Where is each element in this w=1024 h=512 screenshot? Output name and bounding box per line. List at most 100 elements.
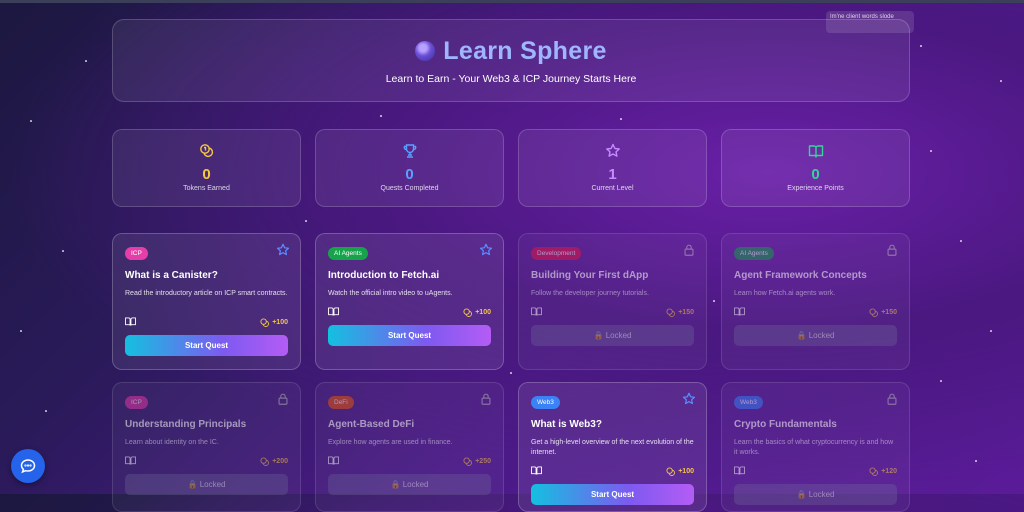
quest-card: Development Building Your First dApp Fol… [518,233,707,370]
locked-button: 🔒 Locked [734,484,897,505]
star-outline-icon[interactable] [276,243,290,257]
lock-icon [887,244,897,256]
book-icon [125,317,136,326]
coins-icon [666,308,676,317]
quest-tag: Web3 [734,396,763,409]
lock-small-icon: 🔒 [390,480,403,489]
quest-reward: +100 [463,308,491,317]
reward-value: +150 [881,309,897,316]
quest-description: Learn the basics of what cryptocurrency … [734,439,894,456]
coins-icon [463,457,473,466]
start-quest-button[interactable]: Start Quest [125,335,288,356]
lock-small-icon: 🔒 [187,480,200,489]
locked-label: Locked [808,490,835,499]
globe-icon [415,41,436,61]
quest-reward: +100 [666,467,694,476]
quest-description: Read the introductory article on ICP sma… [125,290,288,297]
star-outline-icon[interactable] [682,392,696,406]
book-icon [734,307,745,316]
coins-icon [869,308,879,317]
stat-card-quests: 0 Quests Completed [315,129,504,207]
quest-title: What is Web3? [531,419,602,430]
book-icon [531,307,542,316]
book-icon [125,456,136,465]
quest-title: Understanding Principals [125,419,247,430]
coins-icon [666,467,676,476]
book-icon [531,466,542,475]
quest-tag: ICP [125,396,148,409]
quest-tag: Web3 [531,396,560,409]
coins-icon [869,467,879,476]
page-title-text: Learn Sphere [443,37,607,65]
quest-title: Agent-Based DeFi [328,419,415,430]
chat-bubble-icon [20,459,36,474]
trophy-icon [316,143,503,159]
stat-label: Quests Completed [380,185,439,192]
quest-title: Introduction to Fetch.ai [328,270,440,281]
quest-title: Agent Framework Concepts [734,270,867,281]
lock-icon [481,393,491,405]
stat-value: 0 [405,166,414,183]
quest-card: AI Agents Agent Framework Concepts Learn… [721,233,910,370]
reward-value: +100 [678,468,694,475]
quest-tag: AI Agents [328,247,368,260]
reward-value: +250 [475,458,491,465]
reward-value: +200 [272,458,288,465]
quest-reward: +150 [869,308,897,317]
reward-value: +120 [881,468,897,475]
stat-card-xp: 0 Experience Points [721,129,910,207]
locked-button: 🔒 Locked [531,325,694,346]
quest-card[interactable]: Web3 What is Web3? Get a high-level over… [518,382,707,512]
quest-description: Follow the developer journey tutorials. [531,290,649,297]
book-open-icon [722,143,909,159]
quest-reward: +250 [463,457,491,466]
quest-card[interactable]: AI Agents Introduction to Fetch.ai Watch… [315,233,504,370]
locked-label: Locked [199,480,226,489]
lock-small-icon: 🔒 [593,331,606,340]
quest-title: Building Your First dApp [531,270,649,281]
star-outline-icon[interactable] [479,243,493,257]
quest-description: Learn how Fetch.ai agents work. [734,290,836,297]
start-quest-button[interactable]: Start Quest [531,484,694,505]
coins-icon [113,143,300,159]
book-icon [328,456,339,465]
coins-icon [260,318,270,327]
quest-tag: AI Agents [734,247,774,260]
quest-tag: ICP [125,247,148,260]
stat-value: 1 [608,166,617,183]
book-icon [328,307,339,316]
hero-banner: Learn Sphere Learn to Earn - Your Web3 &… [112,19,910,102]
quest-description: Learn about identity on the IC. [125,439,219,446]
locked-button: 🔒 Locked [328,474,491,495]
stat-label: Experience Points [787,185,844,192]
quest-card: Web3 Crypto Fundamentals Learn the basic… [721,382,910,512]
reward-value: +150 [678,309,694,316]
start-quest-button[interactable]: Start Quest [328,325,491,346]
quest-description: Explore how agents are used in finance. [328,439,453,446]
stat-label: Current Level [591,185,634,192]
browser-top-strip [0,0,1024,3]
lock-small-icon: 🔒 [796,331,809,340]
stat-value: 0 [202,166,211,183]
quest-reward: +100 [260,318,288,327]
locked-label: Locked [808,331,835,340]
stat-label: Tokens Earned [183,185,230,192]
quest-description: Watch the official intro video to uAgent… [328,290,453,297]
lock-icon [684,244,694,256]
quest-reward: +120 [869,467,897,476]
locked-label: Locked [402,480,429,489]
quest-tag: Development [531,247,582,260]
coins-icon [260,457,270,466]
reward-value: +100 [475,309,491,316]
stat-card-level: 1 Current Level [518,129,707,207]
lock-small-icon: 🔒 [796,490,809,499]
chat-button[interactable] [11,449,45,483]
quest-reward: +150 [666,308,694,317]
quest-card: DeFi Agent-Based DeFi Explore how agents… [315,382,504,512]
stat-value: 0 [811,166,820,183]
coins-icon [463,308,473,317]
book-icon [734,466,745,475]
quest-title: What is a Canister? [125,270,218,281]
quest-card[interactable]: ICP What is a Canister? Read the introdu… [112,233,301,370]
page-subtitle: Learn to Earn - Your Web3 & ICP Journey … [385,73,637,85]
